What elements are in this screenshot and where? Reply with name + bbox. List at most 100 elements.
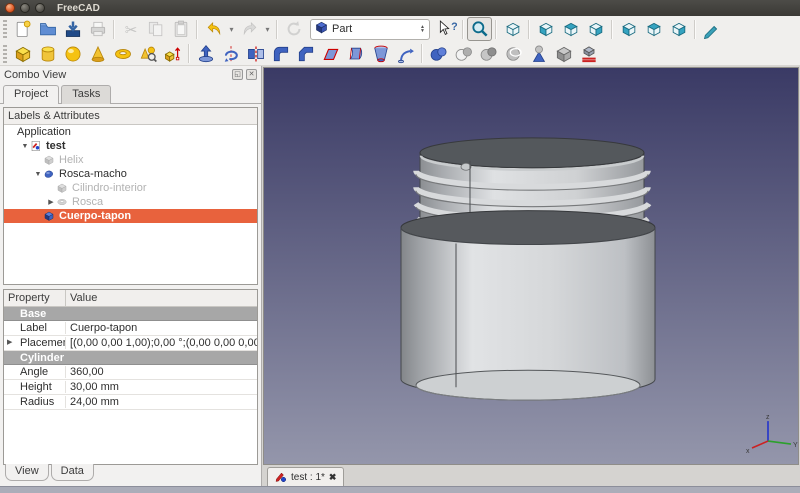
float-panel-icon[interactable]: ◱: [232, 69, 243, 80]
part-sphere-button[interactable]: [60, 42, 85, 66]
toolbar-handle[interactable]: [3, 20, 7, 38]
value-column-header[interactable]: Value: [66, 290, 101, 306]
view-rear-button[interactable]: [616, 17, 641, 41]
part-cone-button[interactable]: [85, 42, 110, 66]
property-row-radius[interactable]: Radius24,00 mm: [4, 395, 257, 410]
3d-viewport[interactable]: z Y x: [263, 67, 799, 465]
refresh-icon: [284, 19, 304, 39]
undo-dropdown[interactable]: ▾: [226, 17, 237, 41]
tree-item-rosca[interactable]: ▶Rosca: [4, 195, 257, 209]
tree-item-helix[interactable]: Helix: [4, 153, 257, 167]
freecad-window: FreeCAD ✂ ▾ ▾ Part▲▼? Combo View ◱ ✕ Projec…: [0, 0, 800, 493]
part-torus-button[interactable]: [110, 42, 135, 66]
property-value[interactable]: [(0,00 0,00 1,00);0,00 °;(0,00 0,00 0,00…: [66, 337, 257, 349]
tab-tasks[interactable]: Tasks: [61, 85, 111, 104]
svg-text:?: ?: [451, 21, 457, 33]
model-cuerpo-tapon[interactable]: [401, 138, 655, 400]
property-column-header[interactable]: Property: [4, 290, 66, 306]
undo-button[interactable]: [201, 17, 226, 41]
property-value[interactable]: 24,00 mm: [66, 396, 257, 408]
collapse-arrow-icon[interactable]: ▼: [20, 143, 30, 150]
maximize-window-button[interactable]: [35, 3, 45, 13]
common-icon: [479, 44, 499, 64]
close-panel-icon[interactable]: ✕: [246, 69, 257, 80]
window-title: FreeCAD: [57, 3, 100, 14]
part-box-button[interactable]: [10, 42, 35, 66]
whats-this-button[interactable]: ?: [434, 17, 459, 41]
property-name: Height: [4, 381, 66, 393]
property-value[interactable]: 30,00 mm: [66, 381, 257, 393]
tab-data[interactable]: Data: [51, 464, 94, 481]
minimize-window-button[interactable]: [20, 3, 30, 13]
boolean-cut-button[interactable]: [451, 42, 476, 66]
cross-sections-button[interactable]: [526, 42, 551, 66]
toolbar-handle[interactable]: [3, 45, 7, 63]
boolean-union-button[interactable]: [426, 42, 451, 66]
tab-project[interactable]: Project: [3, 85, 59, 104]
view-bottom-button[interactable]: [641, 17, 666, 41]
document-tab-label: test : 1*: [291, 472, 325, 483]
collapse-arrow-icon[interactable]: ▼: [33, 171, 43, 178]
svg-text:✂: ✂: [124, 22, 137, 39]
open-file-button[interactable]: [35, 17, 60, 41]
section-icon: [504, 44, 524, 64]
chamfer-button[interactable]: [293, 42, 318, 66]
revolve-button[interactable]: [218, 42, 243, 66]
extrude-button[interactable]: [193, 42, 218, 66]
defeaturing-button[interactable]: [551, 42, 576, 66]
fit-all-button[interactable]: [467, 17, 492, 41]
fillet-button[interactable]: [268, 42, 293, 66]
workbench-spinner-icon[interactable]: ▲▼: [420, 25, 426, 33]
tree-item-application[interactable]: Application: [4, 125, 257, 139]
tree-item-test[interactable]: ▼test: [4, 139, 257, 153]
expand-arrow-icon[interactable]: ▶: [7, 338, 12, 346]
combo-view-title: Combo View: [4, 69, 66, 81]
measure-icon: [702, 19, 722, 39]
sweep-button[interactable]: [393, 42, 418, 66]
close-document-icon[interactable]: ✖: [329, 472, 337, 483]
tree-item-rosca-macho[interactable]: ▼Rosca-macho: [4, 167, 257, 181]
section-button[interactable]: [501, 42, 526, 66]
tree-item-cuerpo-tapon[interactable]: Cuerpo-tapon: [4, 209, 257, 223]
shape-builder-button[interactable]: [160, 42, 185, 66]
part-cylinder-button[interactable]: [35, 42, 60, 66]
property-value[interactable]: Cuerpo-tapon: [66, 322, 257, 334]
property-row-label[interactable]: LabelCuerpo-tapon: [4, 321, 257, 336]
titlebar[interactable]: FreeCAD: [0, 0, 800, 16]
toolbar-separator: [421, 44, 423, 63]
view-front-button[interactable]: [533, 17, 558, 41]
property-row-height[interactable]: Height30,00 mm: [4, 380, 257, 395]
new-file-button[interactable]: [10, 17, 35, 41]
close-window-button[interactable]: [5, 3, 15, 13]
make-face-button[interactable]: [318, 42, 343, 66]
cube-axo-icon: [503, 19, 523, 39]
property-group-base: Base: [4, 307, 257, 321]
extrude-icon: [196, 44, 216, 64]
loft-button[interactable]: [368, 42, 393, 66]
document-tab-test[interactable]: test : 1* ✖: [267, 467, 344, 486]
save-icon: [63, 19, 83, 39]
property-row-angle[interactable]: Angle360,00: [4, 365, 257, 380]
property-value[interactable]: 360,00: [66, 366, 257, 378]
mirror-button[interactable]: [243, 42, 268, 66]
sweep-icon: [396, 44, 416, 64]
save-file-button[interactable]: [60, 17, 85, 41]
expand-arrow-icon[interactable]: ▶: [46, 198, 56, 206]
compound-button[interactable]: [576, 42, 601, 66]
tree-item-cilindro-interior[interactable]: Cilindro-interior: [4, 181, 257, 195]
view-left-button[interactable]: [666, 17, 691, 41]
measure-button[interactable]: [699, 17, 724, 41]
workbench-selector[interactable]: Part▲▼: [310, 19, 430, 40]
project-tab-page: Labels & Attributes Application▼testHeli…: [0, 103, 261, 486]
tab-view[interactable]: View: [5, 464, 49, 481]
ruled-surface-button[interactable]: [343, 42, 368, 66]
view-right-button[interactable]: [583, 17, 608, 41]
property-row-placement[interactable]: ▶Placement[(0,00 0,00 1,00);0,00 °;(0,00…: [4, 336, 257, 351]
view-top-button[interactable]: [558, 17, 583, 41]
boolean-common-button[interactable]: [476, 42, 501, 66]
redo-dropdown[interactable]: ▾: [262, 17, 273, 41]
part-primitives-button[interactable]: [135, 42, 160, 66]
view-axonometric-button[interactable]: [500, 17, 525, 41]
cut-icon: ✂: [121, 19, 141, 39]
toolbar-separator: [495, 20, 497, 39]
